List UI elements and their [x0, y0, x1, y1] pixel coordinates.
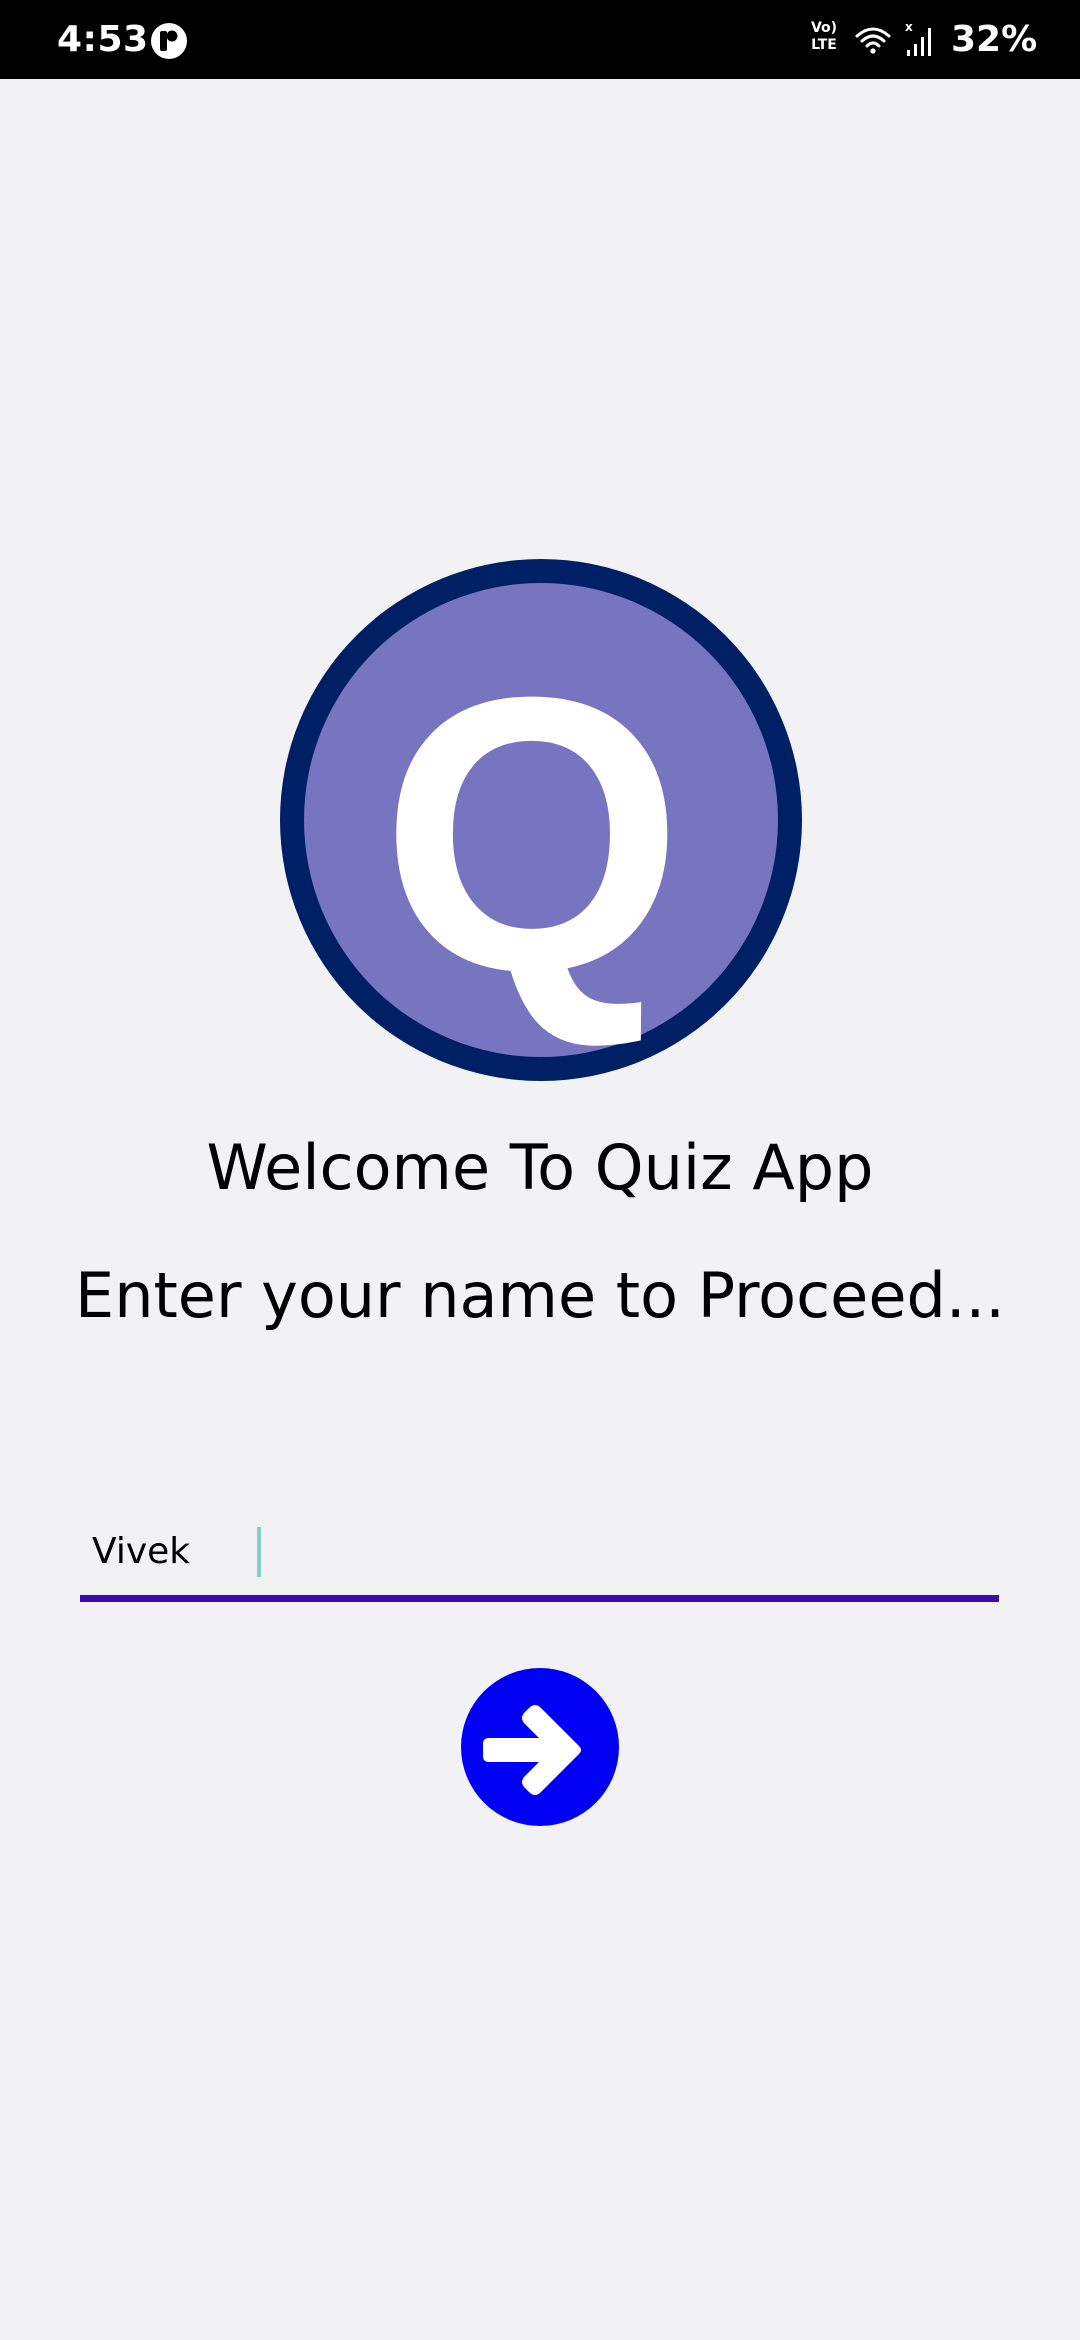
- app-notification-icon: [151, 23, 187, 59]
- next-button[interactable]: [461, 1668, 619, 1826]
- name-prompt: Enter your name to Proceed...: [75, 1259, 1005, 1332]
- quiz-logo-icon: Q: [280, 559, 802, 1081]
- name-input[interactable]: [80, 1515, 999, 1587]
- status-bar: 4:53 Vo) LTE x 32%: [0, 0, 1080, 79]
- input-underline: [80, 1595, 999, 1602]
- volte-icon: Vo) LTE: [805, 20, 843, 60]
- logo-letter: Q: [380, 616, 683, 1052]
- battery-percentage: 32%: [951, 19, 1038, 60]
- volte-bottom-text: LTE: [811, 37, 837, 53]
- volte-top-text: Vo): [810, 20, 838, 36]
- svg-text:x: x: [905, 20, 913, 34]
- arrow-right-icon: [483, 1705, 581, 1795]
- wifi-icon: [855, 27, 891, 54]
- name-field-container: [80, 1515, 999, 1605]
- welcome-title: Welcome To Quiz App: [206, 1131, 874, 1204]
- text-cursor: [257, 1527, 261, 1577]
- status-time: 4:53: [57, 19, 149, 60]
- signal-icon: x: [905, 20, 931, 56]
